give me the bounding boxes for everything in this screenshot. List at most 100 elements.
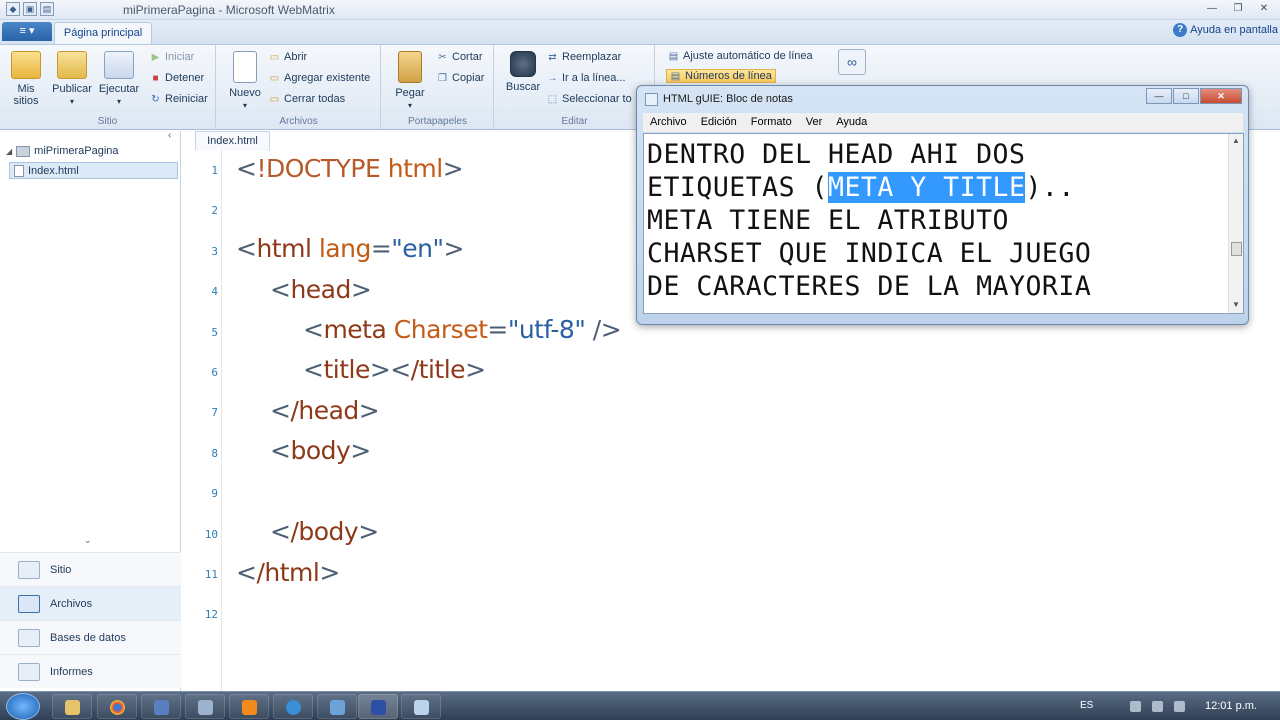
tree-item-index-html[interactable]: Index.html	[9, 162, 178, 179]
workspace-archivos[interactable]: Archivos	[0, 586, 181, 620]
notepad-close-icon[interactable]: ✕	[1200, 88, 1242, 104]
scroll-up-icon[interactable]: ▲	[1232, 136, 1240, 145]
reiniciar-label: Reiniciar	[165, 93, 208, 105]
code-editor[interactable]: <!DOCTYPE html> <html lang="en"> <head> …	[236, 150, 656, 691]
app-icon	[198, 700, 213, 715]
line-number: 10	[204, 528, 218, 541]
reiniciar-button[interactable]: ↻ Reiniciar	[150, 93, 208, 105]
numeros-de-linea-button[interactable]: ▤ Números de línea	[666, 69, 776, 83]
pegar-label: Pegar	[395, 87, 425, 99]
reemplazar-button[interactable]: ⇄ Reemplazar	[547, 51, 621, 63]
workspace-informes[interactable]: Informes	[0, 654, 181, 688]
charset-attr: Charset	[393, 315, 488, 344]
editor-tab-index-html[interactable]: Index.html	[195, 131, 270, 151]
notepad-line-3: META TIENE EL ATRIBUTO	[647, 205, 1009, 236]
close-icon[interactable]: ✕	[1252, 2, 1276, 17]
notepad-maximize-icon[interactable]: □	[1173, 88, 1199, 104]
code-line-4: <head>	[270, 275, 372, 304]
taskbar-app-8[interactable]	[358, 694, 398, 719]
code-line-11: </html>	[236, 558, 340, 587]
app-menu-button[interactable]: ≡ ▾	[2, 22, 52, 41]
taskbar-app-5[interactable]	[229, 694, 269, 719]
notepad-window[interactable]: HTML gUIE: Bloc de notas — □ ✕ Archivo E…	[636, 85, 1249, 325]
agregar-existente-button[interactable]: ▭ Agregar existente	[269, 72, 370, 84]
mis-sitios-button[interactable]: Mis sitios	[6, 51, 46, 107]
word-wrap-icon: ▤	[668, 50, 679, 62]
line-number: 2	[211, 204, 218, 217]
site-workspace-icon	[18, 560, 40, 579]
folder-icon	[16, 145, 31, 157]
workspace-bases-de-datos[interactable]: Bases de datos	[0, 620, 181, 654]
clock[interactable]: 12:01 p.m.	[1205, 700, 1257, 712]
notepad-text-area[interactable]: DENTRO DEL HEAD AHI DOS ETIQUETAS (META …	[643, 133, 1244, 314]
menu-formato[interactable]: Formato	[744, 113, 799, 132]
restore-icon[interactable]: ❐	[1226, 2, 1250, 17]
taskbar-chrome[interactable]	[97, 694, 137, 719]
volume-icon[interactable]	[1174, 701, 1185, 712]
menu-ver[interactable]: Ver	[799, 113, 830, 132]
cortar-button[interactable]: ✂ Cortar	[437, 51, 482, 63]
tree-expand-icon[interactable]: ◢	[6, 147, 12, 156]
replace-icon: ⇄	[548, 51, 557, 63]
help-label: Ayuda en pantalla	[1190, 24, 1278, 36]
taskbar-notepad[interactable]	[401, 694, 441, 719]
language-indicator[interactable]: ES	[1080, 700, 1093, 711]
seleccionar-todo-button[interactable]: ⬚ Seleccionar to	[547, 93, 632, 105]
scroll-down-icon[interactable]: ▼	[1232, 300, 1240, 309]
ir-a-la-linea-button[interactable]: → Ir a la línea...	[547, 72, 626, 84]
pegar-button[interactable]: Pegar ▾	[390, 51, 430, 112]
open-icon[interactable]: ▤	[40, 2, 54, 16]
binoculars-icon	[510, 51, 536, 77]
start-button[interactable]	[6, 693, 40, 720]
group-sitio: Mis sitios Publicar ▾ Ejecutar ▾ ▶ Iniciar …	[0, 45, 216, 130]
notepad-scrollbar[interactable]: ▲ ▼	[1228, 134, 1243, 313]
help-button[interactable]: ? Ayuda en pantalla	[1173, 23, 1278, 37]
collapse-pane-icon[interactable]: ‹	[168, 130, 171, 141]
save-icon[interactable]: ▣	[23, 2, 37, 16]
abrir-button[interactable]: ▭ Abrir	[269, 51, 307, 63]
copiar-label: Copiar	[452, 72, 485, 84]
minimize-icon[interactable]: —	[1200, 2, 1224, 17]
cerrar-todas-button[interactable]: ▭ Cerrar todas	[269, 93, 345, 105]
detener-button[interactable]: ■ Detener	[150, 72, 204, 84]
html-file-icon	[14, 164, 24, 177]
tree-root-site[interactable]: ◢ miPrimeraPagina	[6, 145, 119, 157]
iniciar-button[interactable]: ▶ Iniciar	[150, 51, 195, 63]
workspace-sitio[interactable]: Sitio	[0, 552, 181, 586]
ajuste-automatico-button[interactable]: ▤ Ajuste automático de línea	[668, 50, 813, 62]
buscar-button[interactable]: Buscar	[503, 51, 543, 93]
iniciar-label: Iniciar	[165, 51, 195, 63]
chevron-down-icon[interactable]: ⌄	[84, 535, 92, 546]
code-line-10: </body>	[270, 517, 379, 546]
menu-ayuda[interactable]: Ayuda	[829, 113, 874, 132]
network-icon[interactable]	[1152, 701, 1163, 712]
taskbar-app-6[interactable]	[273, 694, 313, 719]
notepad-minimize-icon[interactable]: —	[1146, 88, 1172, 104]
notepad-selection: META Y TITLE	[828, 172, 1026, 203]
scroll-thumb[interactable]	[1231, 242, 1242, 256]
menu-edicion[interactable]: Edición	[694, 113, 744, 132]
taskbar-explorer[interactable]	[52, 694, 92, 719]
publicar-button[interactable]: Publicar ▾	[50, 51, 94, 108]
app-icon	[286, 700, 301, 715]
copiar-button[interactable]: ❐ Copiar	[437, 72, 484, 84]
tray-icon[interactable]	[1130, 701, 1141, 712]
group-label-portapapeles: Portapapeles	[408, 116, 467, 127]
taskbar-app-4[interactable]	[185, 694, 225, 719]
line-number: 1	[211, 164, 218, 177]
taskbar-app-7[interactable]	[317, 694, 357, 719]
group-label-archivos: Archivos	[279, 116, 318, 127]
tab-pagina-principal[interactable]: Página principal	[54, 22, 152, 45]
title-close-tag: /title	[410, 355, 466, 384]
taskbar-webmatrix[interactable]	[141, 694, 181, 719]
notepad-line-2: ETIQUETAS (META Y TITLE)..	[647, 171, 1222, 204]
ejecutar-button[interactable]: Ejecutar ▾	[97, 51, 141, 108]
ribbon-tab-bar: ≡ ▾ Página principal ? Ayuda en pantalla	[0, 20, 1280, 45]
extensions-icon[interactable]: ∞	[838, 49, 866, 75]
group-editar: Buscar ⇄ Reemplazar → Ir a la línea... ⬚ Se…	[495, 45, 655, 130]
app-icon	[330, 700, 345, 715]
menu-archivo[interactable]: Archivo	[643, 113, 694, 132]
code-line-7: </head>	[270, 396, 380, 425]
app-icon[interactable]: ◆	[6, 2, 20, 16]
nuevo-button[interactable]: Nuevo ▾	[225, 51, 265, 112]
